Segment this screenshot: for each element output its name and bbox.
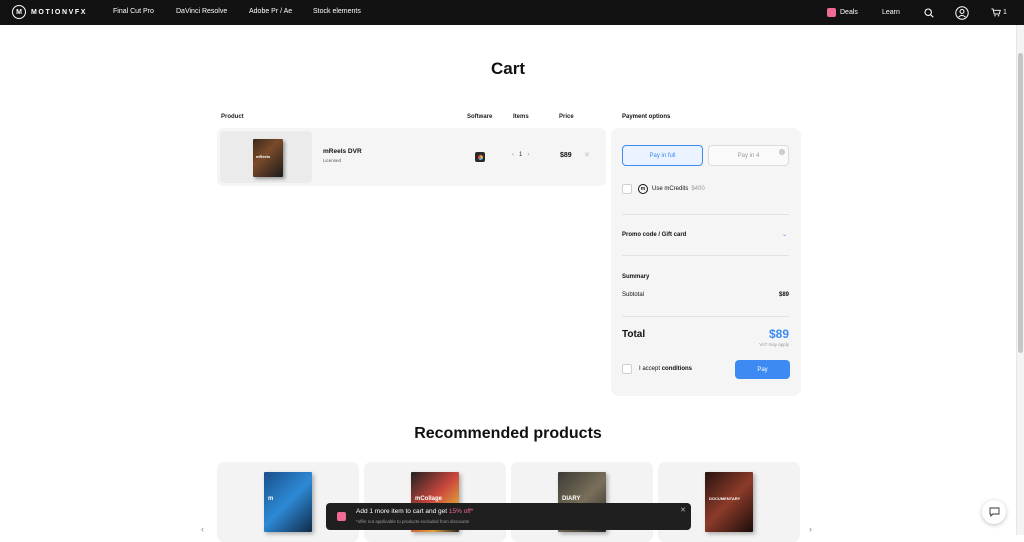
product-license: Licensed	[323, 158, 342, 163]
carousel-prev-icon[interactable]: ‹	[201, 524, 204, 534]
accept-prefix: I accept	[639, 366, 661, 372]
cart-icon	[991, 8, 1001, 17]
subtotal-label: Subtotal	[622, 292, 645, 298]
product-name[interactable]: mReels DVR	[323, 148, 362, 155]
deals-icon	[337, 512, 346, 521]
recommended-product-card[interactable]: DOCUMENTARY	[658, 462, 800, 542]
chat-icon	[989, 507, 999, 517]
nav-link-davinci-resolve[interactable]: DaVinci Resolve	[176, 8, 227, 15]
column-header-items: Items	[513, 114, 529, 120]
search-icon[interactable]	[921, 5, 936, 20]
toast-discount-highlight: 15% off*	[448, 508, 474, 515]
product-box-image: m	[264, 472, 312, 532]
chevron-down-icon[interactable]: ⌄	[782, 231, 787, 238]
discount-toast: Add 1 more item to cart and get 15% off*…	[326, 503, 691, 530]
increase-quantity-icon[interactable]: ›	[527, 152, 529, 158]
learn-label: Learn	[882, 9, 900, 16]
divider	[622, 255, 789, 256]
carousel-next-icon[interactable]: ›	[809, 524, 812, 534]
product-box-image: DOCUMENTARY	[705, 472, 753, 532]
pay-in-4-option[interactable]: Pay in 4 i	[708, 145, 789, 166]
close-icon[interactable]: ✕	[680, 506, 686, 514]
recommended-product-card[interactable]: m	[217, 462, 359, 542]
total-value: $89	[768, 327, 789, 341]
info-icon[interactable]: i	[779, 149, 785, 155]
pay-button[interactable]: Pay	[735, 360, 790, 379]
product-box-label: mReels	[256, 154, 271, 159]
decrease-quantity-icon[interactable]: ‹	[512, 152, 514, 158]
total-label: Total	[622, 329, 646, 340]
nav-link-stock-elements[interactable]: Stock elements	[313, 8, 361, 15]
product-box-image: mReels	[253, 139, 283, 177]
vat-note: VAT may apply	[759, 342, 789, 347]
learn-link[interactable]: Learn	[882, 0, 900, 25]
deals-label: Deals	[840, 9, 858, 16]
conditions-link[interactable]: conditions	[662, 366, 692, 372]
recommended-product-card[interactable]: mCollage	[364, 462, 506, 542]
quantity-value: 1	[519, 152, 523, 158]
toast-note: *offer not applicable to products exclud…	[356, 519, 469, 524]
chat-button[interactable]	[982, 500, 1006, 524]
scrollbar-thumb[interactable]	[1018, 53, 1023, 353]
recommended-product-card[interactable]: DIARY	[511, 462, 653, 542]
payment-panel: Pay in full Pay in 4 i m Use mCredits $40…	[611, 128, 801, 396]
cart-item-row: mReels mReels DVR Licensed ‹ 1 › $89 ✕	[217, 128, 606, 186]
toast-message: Add 1 more item to cart and get 15% off*	[356, 508, 473, 515]
product-box-label: m	[268, 496, 274, 502]
deals-link[interactable]: Deals	[827, 0, 858, 25]
account-icon[interactable]	[954, 5, 969, 20]
remove-item-icon[interactable]: ✕	[584, 151, 590, 159]
brand-logo[interactable]: M MOTIONVFX	[12, 5, 87, 19]
column-header-product: Product	[221, 114, 244, 120]
summary-heading: Summary	[622, 274, 650, 280]
davinci-resolve-icon	[475, 152, 485, 162]
pay-in-full-option[interactable]: Pay in full	[622, 145, 703, 166]
payment-options-heading: Payment options	[622, 114, 671, 120]
recommended-heading: Recommended products	[414, 425, 602, 442]
product-price: $89	[560, 152, 572, 159]
mcredits-amount: $400	[691, 186, 705, 192]
mcredits-icon: m	[638, 184, 648, 194]
cart-count: 1	[1003, 9, 1007, 16]
pay-in-4-label: Pay in 4	[737, 152, 760, 159]
mcredits-text: Use mCredits	[652, 186, 689, 192]
promo-code-toggle[interactable]: Promo code / Gift card	[622, 232, 686, 238]
deals-icon	[827, 8, 836, 17]
product-box-label: DOCUMENTARY	[709, 496, 741, 501]
column-header-software: Software	[467, 114, 493, 120]
quantity-stepper: ‹ 1 ›	[512, 152, 529, 158]
page-title: Cart	[490, 59, 525, 78]
page-scrollbar[interactable]	[1016, 25, 1024, 535]
brand-name: MOTIONVFX	[31, 8, 88, 16]
cart-link[interactable]: 1	[991, 0, 1007, 25]
nav-link-final-cut-pro[interactable]: Final Cut Pro	[113, 8, 154, 15]
accept-conditions-label: I accept conditions	[639, 366, 692, 372]
product-box-label: DIARY	[562, 496, 581, 502]
mcredits-label: Use mCredits $400	[652, 186, 705, 192]
toast-message-text: Add 1 more item to cart and get	[356, 508, 448, 515]
accept-conditions-checkbox[interactable]	[622, 364, 632, 374]
product-thumbnail[interactable]: mReels	[220, 131, 312, 183]
subtotal-value: $89	[778, 292, 789, 298]
top-navbar: M MOTIONVFX Final Cut Pro DaVinci Resolv…	[0, 0, 1024, 25]
column-header-price: Price	[559, 114, 574, 120]
motionvfx-logo-icon: M	[12, 5, 26, 19]
mcredits-checkbox[interactable]	[622, 184, 632, 194]
divider	[622, 316, 789, 317]
divider	[622, 214, 789, 215]
nav-link-adobe[interactable]: Adobe Pr / Ae	[249, 8, 292, 15]
product-box-label: mCollage	[415, 496, 443, 502]
